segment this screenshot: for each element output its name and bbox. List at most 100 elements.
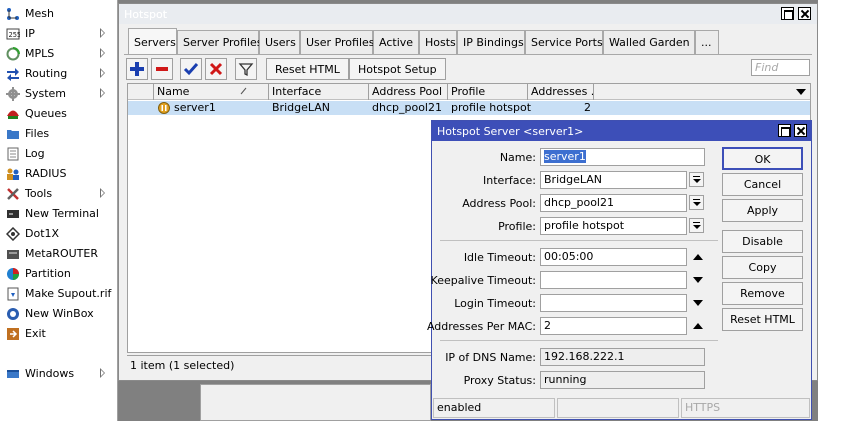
addresses-per-mac-field[interactable]: 2: [540, 317, 687, 335]
sidebar-item-mesh[interactable]: Mesh: [0, 4, 118, 24]
sidebar-item-windows[interactable]: Windows: [0, 364, 118, 384]
desktop-right-area: [818, 0, 854, 421]
column-header-profile[interactable]: Profile: [448, 84, 528, 100]
reset-html-button[interactable]: Reset HTML: [266, 58, 349, 80]
sidebar-item-metarouter[interactable]: MetaROUTER: [0, 244, 118, 264]
cell-name: server1: [174, 101, 216, 114]
tab-more[interactable]: ...: [695, 30, 719, 54]
section-divider: [440, 240, 718, 241]
sidebar-item-mpls[interactable]: MPLS: [0, 44, 118, 64]
supout-icon: [7, 287, 19, 301]
apply-button[interactable]: Apply: [722, 199, 803, 222]
disable-button[interactable]: Disable: [722, 230, 803, 253]
disable-button[interactable]: [205, 58, 227, 80]
hotspot-server-icon: [158, 102, 170, 114]
interface-select[interactable]: BridgeLAN: [540, 171, 687, 189]
sidebar-item-partition[interactable]: Partition: [0, 264, 118, 284]
filter-button[interactable]: [235, 58, 257, 80]
address-pool-select[interactable]: dhcp_pool21: [540, 194, 687, 212]
name-field[interactable]: server1: [540, 148, 705, 166]
hotspot-titlebar[interactable]: Hotspot: [119, 4, 817, 24]
sidebar-item-new-winbox[interactable]: New WinBox: [0, 304, 118, 324]
address-pool-dropdown-icon[interactable]: [689, 195, 704, 210]
find-input[interactable]: Find: [751, 59, 810, 76]
column-header-addresses[interactable]: Addresses ...: [528, 84, 594, 100]
expand-down-icon[interactable]: [693, 277, 703, 283]
sidebar-item-label: Log: [25, 147, 45, 160]
sidebar-item-queues[interactable]: Queues: [0, 104, 118, 124]
reset-html-button[interactable]: Reset HTML: [722, 308, 803, 331]
sidebar-item-ip[interactable]: 255 IP: [0, 24, 118, 44]
expand-down-icon[interactable]: [693, 300, 703, 306]
sidebar-item-dot1x[interactable]: Dot1X: [0, 224, 118, 244]
sidebar-item-new-terminal[interactable]: New Terminal: [0, 204, 118, 224]
tab-user-profiles[interactable]: User Profiles: [300, 30, 375, 54]
enable-button[interactable]: [180, 58, 202, 80]
sidebar-item-label: MetaROUTER: [25, 247, 98, 260]
tab-ip-bindings[interactable]: IP Bindings: [457, 30, 525, 54]
idle-timeout-label: Idle Timeout:: [463, 251, 536, 264]
svg-text:255: 255: [9, 31, 21, 39]
state-status: enabled: [433, 398, 555, 418]
profile-select[interactable]: profile hotspot: [540, 217, 687, 235]
sidebar-item-label: Exit: [25, 327, 46, 340]
tab-hosts[interactable]: Hosts: [419, 30, 457, 54]
tab-active[interactable]: Active: [373, 30, 419, 54]
plus-icon: [130, 62, 144, 76]
remove-button[interactable]: Remove: [722, 282, 803, 305]
column-header-name[interactable]: Name: [154, 84, 269, 100]
column-menu-dropdown-icon[interactable]: [795, 87, 807, 97]
close-icon[interactable]: [798, 7, 811, 20]
cell-profile: profile hotspot: [451, 101, 532, 114]
sidebar-item-files[interactable]: Files: [0, 124, 118, 144]
column-header-interface[interactable]: Interface: [269, 84, 369, 100]
sidebar-item-exit[interactable]: Exit: [0, 324, 118, 344]
close-icon[interactable]: [794, 124, 807, 137]
ok-button[interactable]: OK: [722, 147, 803, 170]
tab-users[interactable]: Users: [259, 30, 300, 54]
sidebar-item-system[interactable]: System: [0, 84, 118, 104]
sidebar-item-tools[interactable]: Tools: [0, 184, 118, 204]
tab-walled-garden[interactable]: Walled Garden: [603, 30, 695, 54]
submenu-arrow-icon: [100, 188, 105, 198]
submenu-arrow-icon: [100, 28, 105, 38]
section-divider: [440, 340, 718, 341]
column-header-address-pool[interactable]: Address Pool: [369, 84, 448, 100]
maximize-icon[interactable]: [781, 7, 794, 20]
sidebar-item-label: IP: [25, 27, 35, 40]
sidebar-item-radius[interactable]: RADIUS: [0, 164, 118, 184]
sidebar-item-routing[interactable]: Routing: [0, 64, 118, 84]
submenu-arrow-icon: [100, 68, 105, 78]
collapse-up-icon[interactable]: [693, 254, 703, 260]
add-button[interactable]: [126, 58, 148, 80]
sidebar-item-label: System: [25, 87, 67, 100]
sidebar-item-make-supout[interactable]: Make Supout.rif: [0, 284, 118, 304]
collapse-up-icon[interactable]: [693, 323, 703, 329]
window-title: Hotspot: [124, 8, 168, 21]
sidebar-item-log[interactable]: Log: [0, 144, 118, 164]
keepalive-timeout-field[interactable]: [540, 271, 687, 289]
maximize-icon[interactable]: [778, 124, 791, 137]
proxy-status-label: Proxy Status:: [463, 374, 536, 387]
cancel-button[interactable]: Cancel: [722, 173, 803, 196]
ip-icon: 255: [6, 28, 21, 40]
background-window-edge: [200, 384, 431, 421]
tab-service-ports[interactable]: Service Ports: [525, 30, 603, 54]
name-label: Name:: [499, 151, 536, 164]
cell-address-pool: dhcp_pool21: [372, 101, 442, 114]
remove-button[interactable]: [151, 58, 173, 80]
queues-icon: [7, 110, 19, 119]
routing-icon: [7, 68, 19, 81]
dialog-titlebar[interactable]: Hotspot Server <server1>: [432, 121, 811, 141]
profile-dropdown-icon[interactable]: [689, 218, 704, 233]
table-row[interactable]: server1 BridgeLAN dhcp_pool21 profile ho…: [128, 101, 810, 115]
tab-servers[interactable]: Servers: [128, 28, 177, 54]
interface-dropdown-icon[interactable]: [689, 172, 704, 187]
idle-timeout-field[interactable]: 00:05:00: [540, 248, 687, 266]
ip-of-dns-name-field: 192.168.222.1: [540, 348, 705, 366]
copy-button[interactable]: Copy: [722, 256, 803, 279]
hotspot-setup-button[interactable]: Hotspot Setup: [349, 58, 446, 80]
login-timeout-field[interactable]: [540, 294, 687, 312]
winbox-icon: [7, 308, 19, 320]
tab-server-profiles[interactable]: Server Profiles: [177, 30, 263, 54]
